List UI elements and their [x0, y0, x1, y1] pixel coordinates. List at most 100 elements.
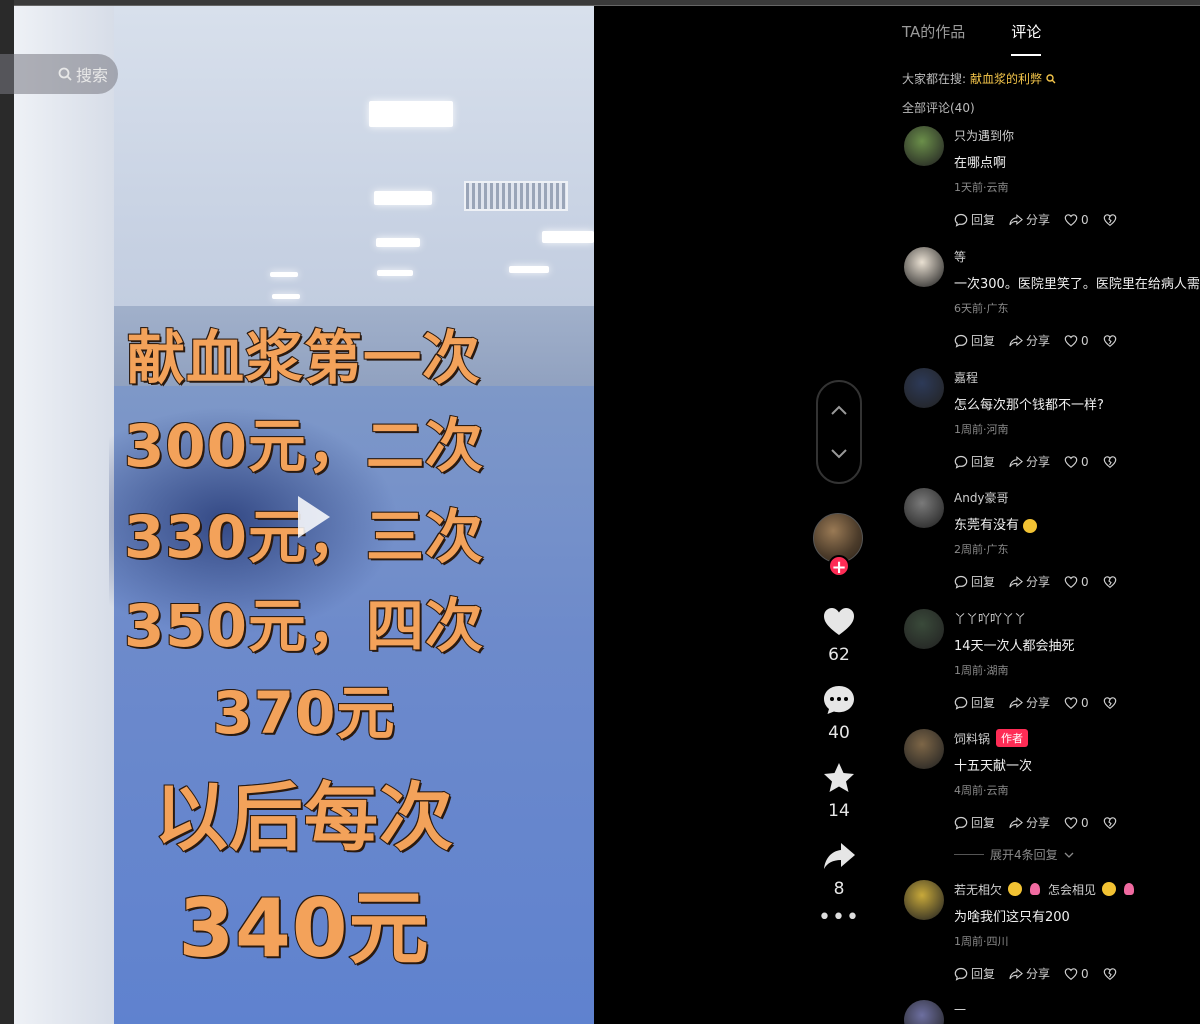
ceiling-vent: [464, 181, 568, 211]
comment-share-button[interactable]: 分享: [1009, 453, 1050, 470]
overlay-line-6: 以后每次: [153, 774, 454, 862]
comment-share-button[interactable]: 分享: [1009, 965, 1050, 982]
commenter-name[interactable]: 饲料锅 作者: [954, 729, 1200, 747]
comment-body: 饲料锅 作者 十五天献一次 4周前·云南 回复 分享 0: [954, 729, 1200, 831]
commenter-avatar[interactable]: [904, 729, 944, 769]
search-button[interactable]: 搜索: [0, 54, 118, 94]
chevron-up-icon[interactable]: [829, 403, 849, 417]
more-options-icon[interactable]: •••: [818, 907, 860, 929]
comment-dislike-button[interactable]: [1103, 213, 1117, 227]
comment-count: 40: [828, 723, 850, 743]
comment-actions: 回复 分享 0: [954, 211, 1200, 228]
comment-like-button[interactable]: 0: [1064, 967, 1089, 981]
search-suggestion-keyword[interactable]: 献血浆的利弊: [970, 70, 1042, 87]
comment-actions: 回复 分享 0: [954, 965, 1200, 982]
commenter-avatar[interactable]: [904, 247, 944, 287]
like-button[interactable]: 62: [822, 605, 856, 665]
comment-dislike-button[interactable]: [1103, 816, 1117, 830]
reply-button[interactable]: 回复: [954, 694, 995, 711]
commenter-name[interactable]: 嘉程: [954, 368, 1200, 386]
commenter-name[interactable]: Andy豪哥: [954, 488, 1200, 506]
reply-icon: [954, 334, 968, 348]
comment-dislike-button[interactable]: [1103, 455, 1117, 469]
commenter-name[interactable]: 若无相欠 怎会相见: [954, 880, 1200, 898]
commenter-avatar[interactable]: [904, 609, 944, 649]
video-player[interactable]: 献血浆第一次 300元，二次 330元，三次 350元，四次 370元 以后每次…: [14, 6, 594, 1024]
dislike-broken-heart-icon: [1103, 696, 1116, 709]
comment-meta: 1周前·湖南: [954, 664, 1009, 677]
share-arrow-icon: [1009, 455, 1023, 467]
comment-share-button[interactable]: 分享: [1009, 211, 1050, 228]
comment-share-button[interactable]: 分享: [1009, 814, 1050, 831]
commenter-name[interactable]: 丫丫吖吖丫丫: [954, 609, 1200, 627]
play-icon[interactable]: [294, 492, 334, 542]
comment-share-button[interactable]: 分享: [1009, 694, 1050, 711]
reply-icon: [954, 967, 968, 981]
comment-like-button[interactable]: 0: [1064, 334, 1089, 348]
expand-replies-label: 展开4条回复: [990, 848, 1058, 862]
comment-like-button[interactable]: 0: [1064, 816, 1089, 830]
comment-share-button[interactable]: 分享: [1009, 573, 1050, 590]
comment-dislike-button[interactable]: [1103, 967, 1117, 981]
ceiling-light: [542, 231, 594, 243]
bouquet-emoji-icon: [1008, 882, 1023, 896]
comment-button[interactable]: 40: [822, 683, 856, 743]
reply-icon: [954, 816, 968, 830]
all-comments-count: 全部评论(40): [902, 101, 975, 115]
comment-dislike-button[interactable]: [1103, 575, 1117, 589]
heart-outline-icon: [1064, 967, 1078, 980]
commenter-avatar[interactable]: [904, 126, 944, 166]
overlay-line-4: 350元，四次: [123, 591, 485, 661]
reply-button[interactable]: 回复: [954, 453, 995, 470]
reply-button[interactable]: 回复: [954, 965, 995, 982]
comment-dislike-button[interactable]: [1103, 334, 1117, 348]
reply-icon: [954, 213, 968, 227]
chevron-down-icon[interactable]: [829, 447, 849, 461]
overlay-line-2: 300元，二次: [123, 411, 485, 481]
commenter-avatar[interactable]: [904, 880, 944, 920]
share-button[interactable]: 8: [822, 839, 856, 899]
overlay-line-7: 340元: [178, 881, 430, 976]
reply-button[interactable]: 回复: [954, 332, 995, 349]
share-arrow-icon: [1009, 334, 1023, 346]
follow-button[interactable]: +: [828, 555, 850, 578]
comment-text: 十五天献一次: [954, 759, 1033, 774]
share-arrow-icon: [824, 843, 855, 869]
reply-icon: [954, 696, 968, 710]
comment-body: 等一次300。医院里笑了。医院里在给病人需要 6天前·广东 回复 分享 0: [954, 247, 1200, 349]
heart-outline-icon: [1064, 575, 1078, 588]
commenter-name[interactable]: 一: [954, 1000, 1200, 1018]
author-avatar-wrap[interactable]: +: [813, 513, 865, 578]
share-arrow-icon: [1009, 816, 1023, 828]
comment-share-button[interactable]: 分享: [1009, 332, 1050, 349]
expand-replies-button[interactable]: 展开4条回复: [954, 846, 1074, 863]
comment-like-button[interactable]: 0: [1064, 696, 1089, 710]
comment-like-button[interactable]: 0: [1064, 455, 1089, 469]
heart-outline-icon: [1064, 213, 1078, 226]
favorite-button[interactable]: 14: [822, 761, 856, 821]
reply-button[interactable]: 回复: [954, 573, 995, 590]
favorite-count: 14: [828, 801, 850, 821]
reply-button[interactable]: 回复: [954, 211, 995, 228]
commenter-avatar[interactable]: [904, 488, 944, 528]
panel-tabs: TA的作品 评论: [890, 6, 1200, 56]
commenter-avatar[interactable]: [904, 1000, 944, 1024]
tab-comments[interactable]: 评论: [1011, 21, 1042, 56]
search-label: 搜索: [75, 66, 108, 85]
comment-body: 丫丫吖吖丫丫 14天一次人都会抽死 1周前·湖南 回复 分享 0: [954, 609, 1200, 711]
commenter-name[interactable]: 只为遇到你: [954, 126, 1200, 144]
comment-text: 在哪点啊: [954, 156, 1007, 171]
comment-actions: 回复 分享 0: [954, 332, 1200, 349]
comment-dislike-button[interactable]: [1103, 696, 1117, 710]
overlay-line-5: 370元: [211, 678, 396, 748]
comment-like-button[interactable]: 0: [1064, 575, 1089, 589]
comment-body: 嘉程 怎么每次那个钱都不一样? 1周前·河南 回复 分享 0: [954, 368, 1200, 470]
comment-actions: 回复 分享 0: [954, 573, 1200, 590]
tab-works[interactable]: TA的作品: [902, 21, 965, 42]
ceiling-light: [376, 238, 420, 247]
commenter-name[interactable]: 等: [954, 247, 1200, 265]
share-count: 8: [833, 879, 845, 899]
reply-button[interactable]: 回复: [954, 814, 995, 831]
commenter-avatar[interactable]: [904, 368, 944, 408]
comment-like-button[interactable]: 0: [1064, 213, 1089, 227]
